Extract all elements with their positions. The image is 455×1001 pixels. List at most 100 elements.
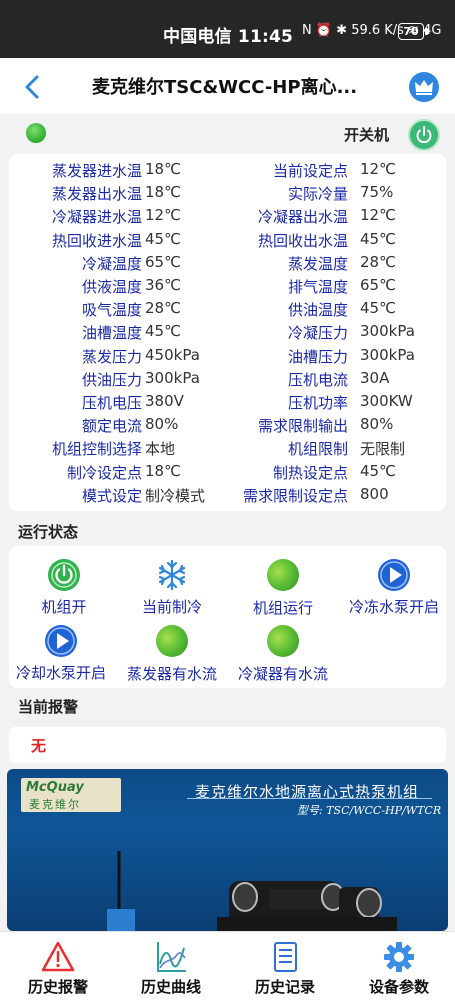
param-label: 需求限制输出 [257,417,348,436]
param-value: 380V [145,392,184,410]
param-value: 18℃ [145,183,181,202]
battery-icon: 70 [398,23,428,40]
chiller-machine-image [107,851,397,931]
param-value: 450kPa [145,345,200,364]
param-label: 机组控制选择 [51,440,142,459]
param-value: 12℃ [145,206,181,225]
param-value: 300kPa [145,368,200,387]
param-row: 蒸发器进水温 18℃ 当前设定点 12℃ [9,160,446,183]
param-label: 压机电压 [81,394,142,412]
alarm-title: 当前报警 [18,698,79,716]
param-label: 实际冷量 [287,185,348,204]
param-value: 28℃ [360,252,396,271]
param-label: 机组限制 [287,440,348,459]
chart-icon [154,940,188,974]
param-value: 300KW [360,392,413,410]
param-value: 无限制 [360,440,406,459]
snowflake-icon [155,558,189,592]
status-cond-flow: 冷凝器有水流 [228,624,338,684]
param-value: 本地 [145,440,176,459]
param-row: 额定电流 80% 需求限制输出 80% [9,415,446,438]
status-label: 机组运行 [252,599,313,617]
nav-label: 历史曲线 [140,978,201,996]
alarm-panel: 无 [9,727,446,763]
status-cooling: 当前制冷 [117,558,227,617]
param-value: 12℃ [360,206,396,225]
param-value: 300kPa [360,322,415,341]
param-value: 45℃ [145,322,181,341]
nav-history-curve[interactable]: 历史曲线 [121,940,221,997]
nav-device-params[interactable]: 设备参数 [349,940,449,997]
param-value: 45℃ [360,229,396,248]
document-icon [268,940,302,974]
param-row: 压机电压 380V 压机功率 300KW [9,392,446,415]
param-label: 制冷设定点 [66,463,142,482]
param-label: 需求限制设定点 [242,486,348,505]
parameters-panel: 蒸发器进水温 18℃ 当前设定点 12℃ 蒸发器出水温 18℃ 实际冷量 75% 冷凝器进水温 1… [9,154,446,511]
param-row: 蒸发压力 450kPa 油槽压力 300kPa [9,346,446,369]
run-status-title: 运行状态 [18,523,79,541]
play-icon [377,558,411,592]
param-value: 80% [145,415,179,434]
param-label: 冷凝温度 [81,254,142,273]
param-value: 28℃ [145,299,181,318]
nav-label: 历史报警 [27,978,88,996]
param-row: 制冷设定点 18℃ 制热设定点 45℃ [9,462,446,485]
param-label: 供液温度 [81,278,142,296]
param-label: 吸气温度 [81,301,142,320]
param-value: 45℃ [360,299,396,318]
run-status-panel: 机组开 当前制冷 机组运行 冷冻水泵开启 冷却水泵开启 蒸发器有水流 冷凝器有水… [9,546,446,688]
power-toggle-button[interactable] [408,119,440,151]
carrier-time: 中国电信 11:45 [163,27,294,47]
status-label: 机组开 [41,598,87,616]
nav-label: 设备参数 [368,978,429,996]
param-label: 蒸发器出水温 [51,185,142,204]
green-ball-icon [155,625,189,659]
param-label: 压机电流 [287,370,348,389]
param-label: 冷凝器出水温 [257,208,348,227]
param-label: 冷凝器进水温 [51,208,142,227]
param-row: 供油压力 300kPa 压机电流 30A [9,369,446,392]
param-label: 制热设定点 [272,463,348,482]
param-value: 18℃ [145,160,181,178]
param-label: 排气温度 [287,278,348,296]
param-row: 热回收进水温 45℃ 热回收出水温 45℃ [9,230,446,253]
status-chilled-pump: 冷冻水泵开启 [339,558,449,617]
param-label: 当前设定点 [272,162,348,180]
app-header: 麦克维尔TSC&WCC-HP离心... [0,58,455,114]
green-ball-icon [266,559,300,593]
nav-history-record[interactable]: 历史记录 [235,940,335,997]
chevron-left-icon [25,75,39,99]
crown-button[interactable] [409,72,439,102]
status-bar: 中国电信 11:45 N ⏰ ✱ 59.6 K/s ≋ 4G 70 [0,0,455,58]
param-value: 65℃ [360,276,396,294]
param-value: 30A [360,368,390,387]
nav-history-alarm[interactable]: 历史报警 [8,940,108,997]
param-value: 制冷模式 [145,486,206,505]
nav-label: 历史记录 [254,978,315,996]
param-value: 800 [360,484,389,503]
status-unit-on: 机组开 [9,558,119,617]
param-row: 冷凝器进水温 12℃ 冷凝器出水温 12℃ [9,206,446,229]
power-on-icon [47,558,81,592]
param-value: 36℃ [145,276,181,294]
status-label: 当前制冷 [141,598,202,616]
param-row: 油槽温度 45℃ 冷凝压力 300kPa [9,322,446,345]
param-label: 热回收出水温 [257,231,348,250]
power-label: 开关机 [344,126,390,144]
param-value: 12℃ [360,160,396,178]
back-button[interactable] [18,72,48,102]
green-ball-icon [266,625,300,659]
run-indicator-icon [26,123,46,143]
param-value: 18℃ [145,461,181,480]
param-row: 蒸发器出水温 18℃ 实际冷量 75% [9,183,446,206]
warning-icon [41,940,75,974]
param-label: 热回收进水温 [51,231,142,250]
play-icon [44,624,78,658]
param-label: 油槽温度 [81,324,142,343]
status-unit-running: 机组运行 [228,558,338,618]
status-evap-flow: 蒸发器有水流 [117,624,227,684]
param-label: 额定电流 [81,417,142,436]
param-label: 冷凝压力 [287,324,348,343]
param-row: 机组控制选择 本地 机组限制 无限制 [9,438,446,461]
